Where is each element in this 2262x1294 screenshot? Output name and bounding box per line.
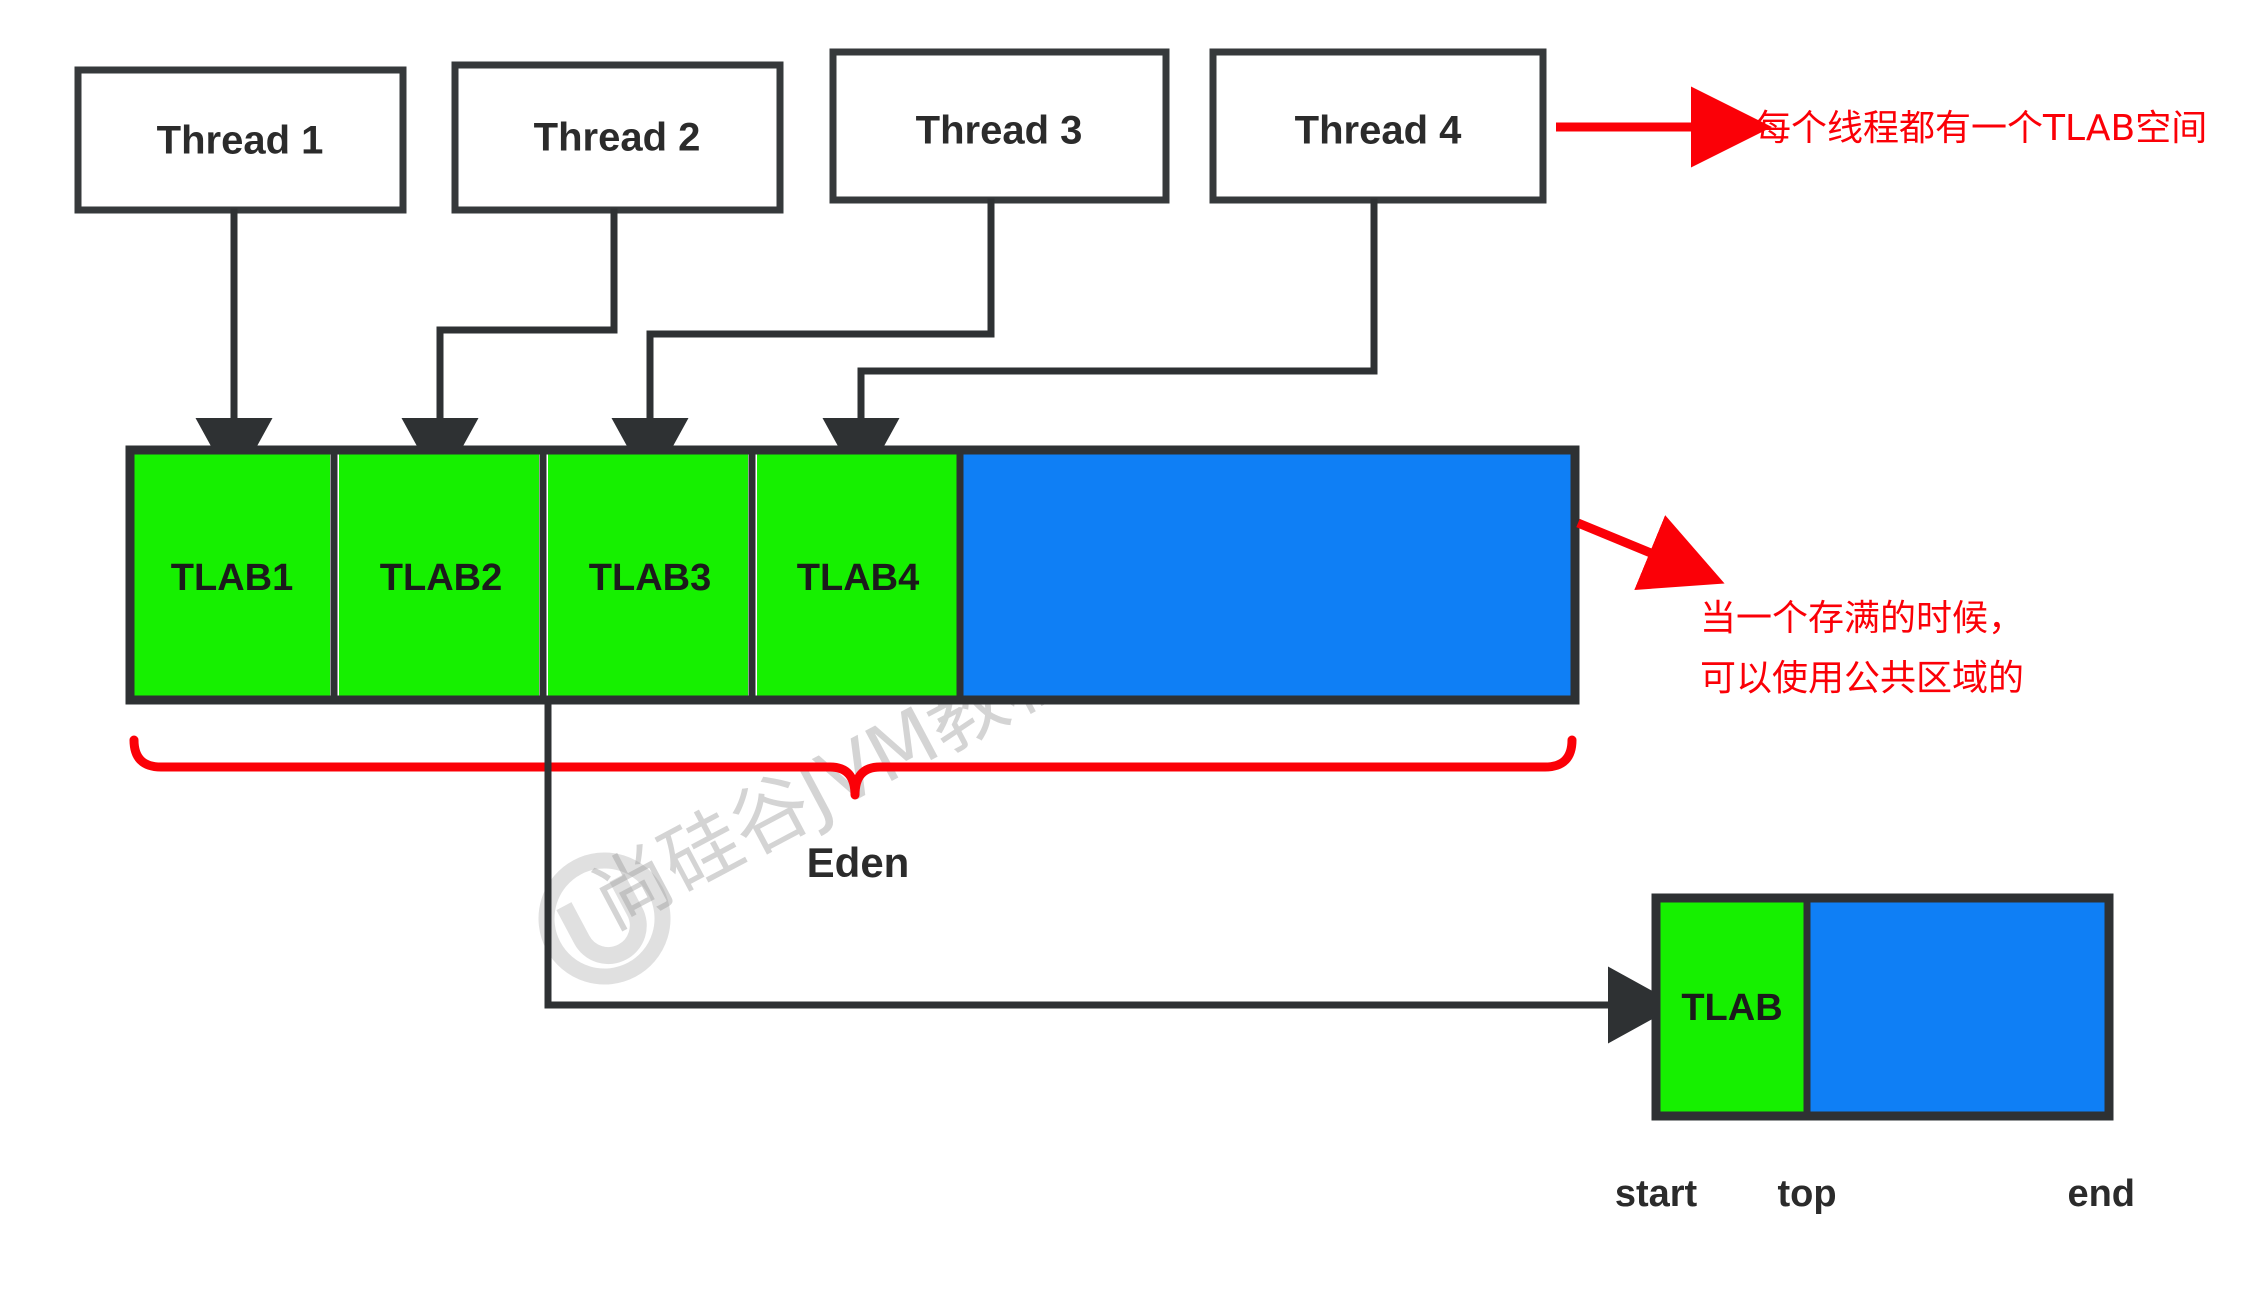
connector-thread3-to-tlab3: [611, 198, 995, 488]
tlab-marker-end: end: [2067, 1173, 2135, 1215]
annotation-shared-text-line1: 当一个存满的时候，: [1700, 598, 2024, 639]
connector-thread2-to-tlab2: [401, 208, 618, 488]
annotation-shared-text-line2: 可以使用公共区域的: [1700, 658, 2024, 699]
thread-box-3-label: Thread 3: [916, 109, 1083, 153]
tlab-slot-2-label: TLAB2: [380, 557, 502, 599]
tlab-marker-top: top: [1777, 1173, 1836, 1215]
thread-box-3[interactable]: Thread 3: [829, 48, 1170, 204]
eden-label: Eden: [807, 839, 910, 886]
thread-box-4[interactable]: Thread 4: [1209, 48, 1547, 204]
annotation-threads-text: 每个线程都有一个TLAB空间: [1755, 108, 2207, 149]
thread-box-2-label: Thread 2: [534, 116, 701, 160]
tlab-slot-3-label: TLAB3: [589, 557, 711, 599]
thread-connectors-group: [195, 198, 1378, 488]
thread-box-1[interactable]: Thread 1: [74, 66, 407, 214]
eden-shared-area: [963, 450, 1575, 700]
thread-box-1-label: Thread 1: [157, 119, 324, 163]
tlab-detail-box: TLAB start top end: [1615, 893, 2135, 1215]
eden-region: TLAB1 TLAB2 TLAB3 TLAB4: [125, 445, 1580, 705]
annotation-arrow-shared: [1576, 515, 1725, 591]
tlab-slot-1-label: TLAB1: [171, 557, 293, 599]
diagram-canvas: 尚硅谷JVM教程配图 Thread 1 Thread 2 Thread 3 Th…: [0, 0, 2262, 1294]
thread-box-4-label: Thread 4: [1295, 109, 1462, 153]
tlab-eden-diagram: 尚硅谷JVM教程配图 Thread 1 Thread 2 Thread 3 Th…: [74, 48, 2207, 1215]
connector-thread4-to-tlab4: [822, 198, 1378, 488]
tlab-slot-4-label: TLAB4: [797, 557, 919, 599]
thread-boxes-group: Thread 1 Thread 2 Thread 3 Thread 4: [74, 48, 1547, 214]
tlab-detail-label: TLAB: [1681, 987, 1782, 1029]
thread-box-2[interactable]: Thread 2: [451, 61, 784, 214]
tlab-marker-start: start: [1615, 1173, 1698, 1215]
tlab-detail-free[interactable]: [1807, 898, 2109, 1116]
